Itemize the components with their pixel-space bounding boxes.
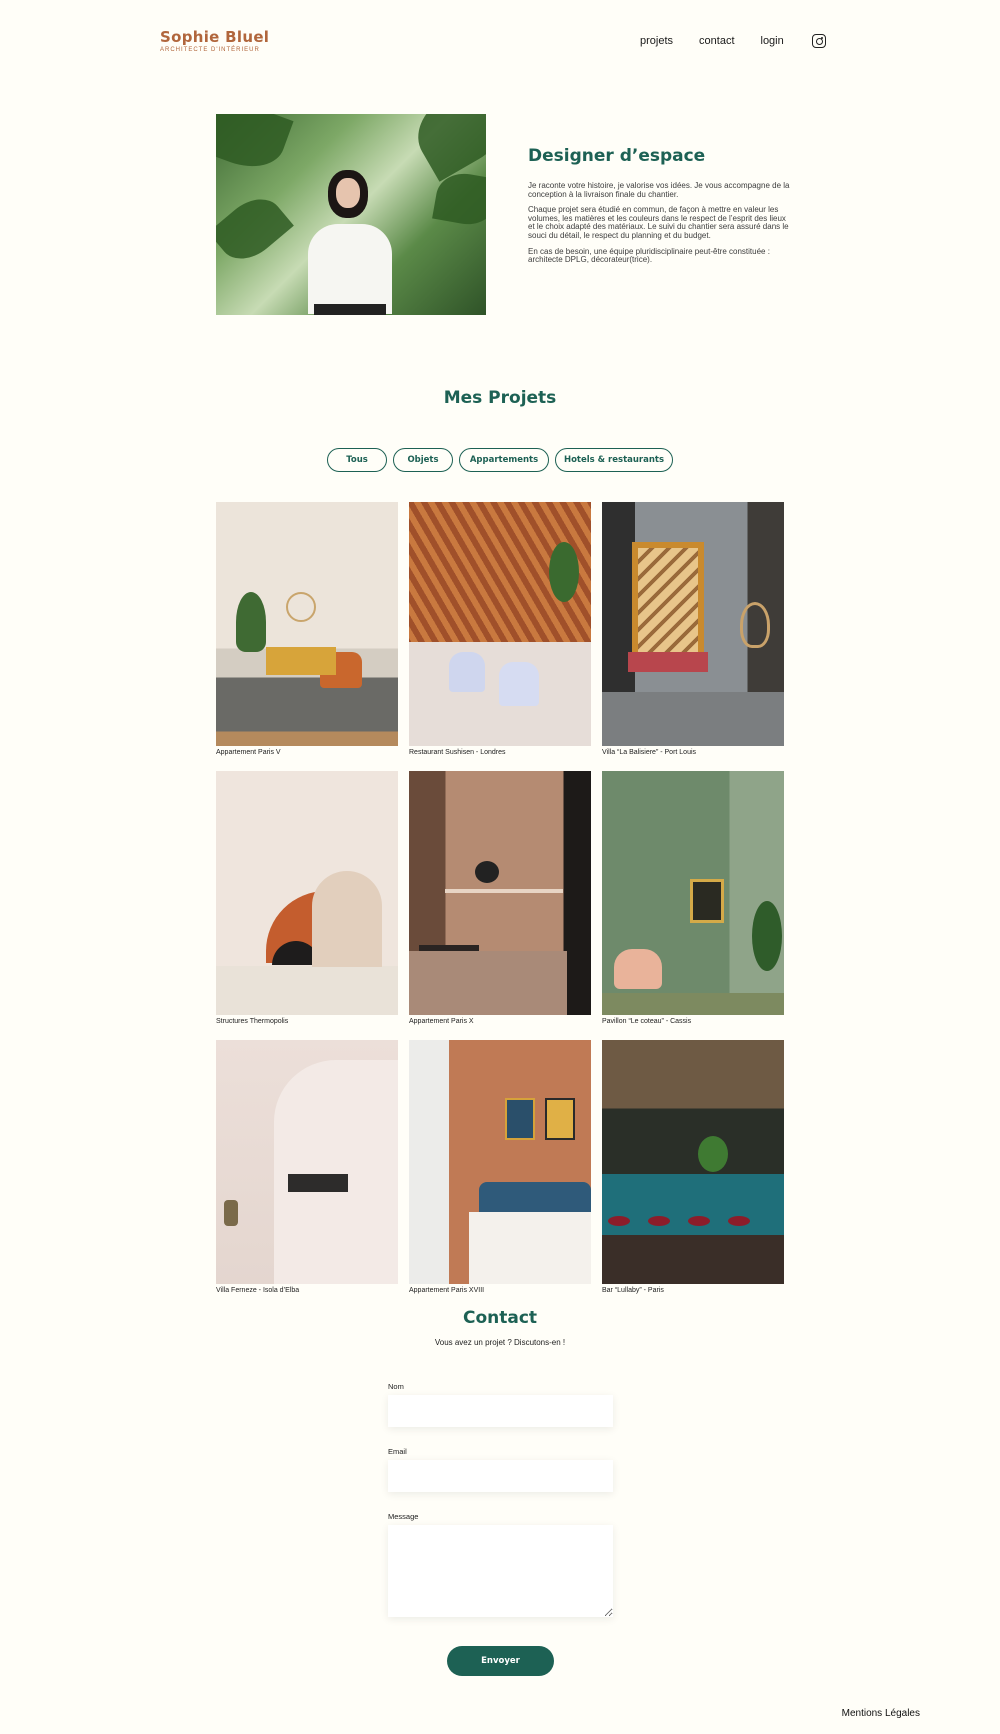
- project-gallery: Appartement Paris V Restaurant Sushisen …: [216, 502, 788, 1296]
- project-image[interactable]: [409, 1040, 591, 1284]
- project-card[interactable]: Bar “Lullaby” - Paris: [602, 1040, 784, 1296]
- project-card[interactable]: Appartement Paris X: [409, 771, 591, 1027]
- nav-link-contact[interactable]: contact: [699, 35, 734, 47]
- filter-tous-button[interactable]: Tous: [327, 448, 387, 472]
- logo-title: Sophie Bluel: [160, 28, 270, 46]
- project-card[interactable]: Structures Thermopolis: [216, 771, 398, 1027]
- email-label: Email: [388, 1447, 407, 1456]
- project-card[interactable]: Villa “La Balisiere” - Port Louis: [602, 502, 784, 758]
- project-image[interactable]: [216, 1040, 398, 1284]
- nav-link-projets[interactable]: projets: [640, 35, 673, 47]
- project-caption: Villa “La Balisiere” - Port Louis: [602, 749, 697, 756]
- projects-title: Mes Projets: [443, 388, 557, 408]
- project-card[interactable]: Appartement Paris XVIII: [409, 1040, 591, 1296]
- project-card[interactable]: Restaurant Sushisen - Londres: [409, 502, 591, 758]
- project-caption: Bar “Lullaby” - Paris: [602, 1287, 664, 1294]
- project-card[interactable]: Appartement Paris V: [216, 502, 398, 758]
- project-caption: Appartement Paris XVIII: [409, 1287, 485, 1294]
- project-image[interactable]: [216, 771, 398, 1015]
- portrait-photo: [216, 114, 486, 315]
- intro-paragraph: Chaque projet sera étudié en commun, de …: [528, 205, 789, 240]
- project-filters: Tous Objets Appartements Hotels & restau…: [0, 448, 1000, 472]
- contact-title: Contact: [462, 1308, 538, 1328]
- project-image[interactable]: [602, 771, 784, 1015]
- project-caption: Appartement Paris X: [409, 1018, 474, 1025]
- intro-title: Designer d’espace: [528, 146, 706, 166]
- intro-paragraph: En cas de besoin, une équipe pluridiscip…: [528, 246, 770, 265]
- project-image[interactable]: [216, 502, 398, 746]
- contact-subtitle: Vous avez un projet ? Discutons-en !: [434, 1338, 566, 1347]
- project-caption: Structures Thermopolis: [216, 1018, 289, 1025]
- email-field[interactable]: [388, 1460, 613, 1492]
- project-caption: Pavillon “Le coteau” - Cassis: [602, 1018, 692, 1025]
- instagram-icon[interactable]: [811, 34, 826, 48]
- nav-link-login[interactable]: login: [761, 35, 784, 47]
- project-caption: Restaurant Sushisen - Londres: [409, 749, 506, 756]
- name-label: Nom: [388, 1382, 404, 1391]
- message-field[interactable]: [388, 1525, 613, 1617]
- message-label: Message: [388, 1512, 419, 1521]
- intro-text: Je raconte votre histoire, je valorise v…: [528, 181, 790, 272]
- project-card[interactable]: Villa Ferneze - Isola d’Elba: [216, 1040, 398, 1296]
- filter-hotels-restaurants-button[interactable]: Hotels & restaurants: [555, 448, 673, 472]
- project-card[interactable]: Pavillon “Le coteau” - Cassis: [602, 771, 784, 1027]
- contact-form: Nom Email Message: [388, 1382, 613, 1622]
- main-nav: projets contact login: [640, 34, 826, 48]
- logo-subtitle: ARCHITECTE D'INTÉRIEUR: [160, 47, 260, 53]
- project-caption: Villa Ferneze - Isola d’Elba: [216, 1287, 300, 1294]
- filter-appartements-button[interactable]: Appartements: [459, 448, 549, 472]
- filter-objets-button[interactable]: Objets: [393, 448, 453, 472]
- project-image[interactable]: [409, 502, 591, 746]
- name-field[interactable]: [388, 1395, 613, 1427]
- project-caption: Appartement Paris V: [216, 749, 281, 756]
- project-image[interactable]: [602, 502, 784, 746]
- send-button[interactable]: Envoyer: [447, 1646, 554, 1676]
- legal-notice-link[interactable]: Mentions Légales: [842, 1708, 920, 1719]
- logo[interactable]: Sophie Bluel ARCHITECTE D'INTÉRIEUR: [160, 28, 269, 53]
- project-image[interactable]: [409, 771, 591, 1015]
- project-image[interactable]: [602, 1040, 784, 1284]
- intro-paragraph: Je raconte votre histoire, je valorise v…: [528, 181, 790, 199]
